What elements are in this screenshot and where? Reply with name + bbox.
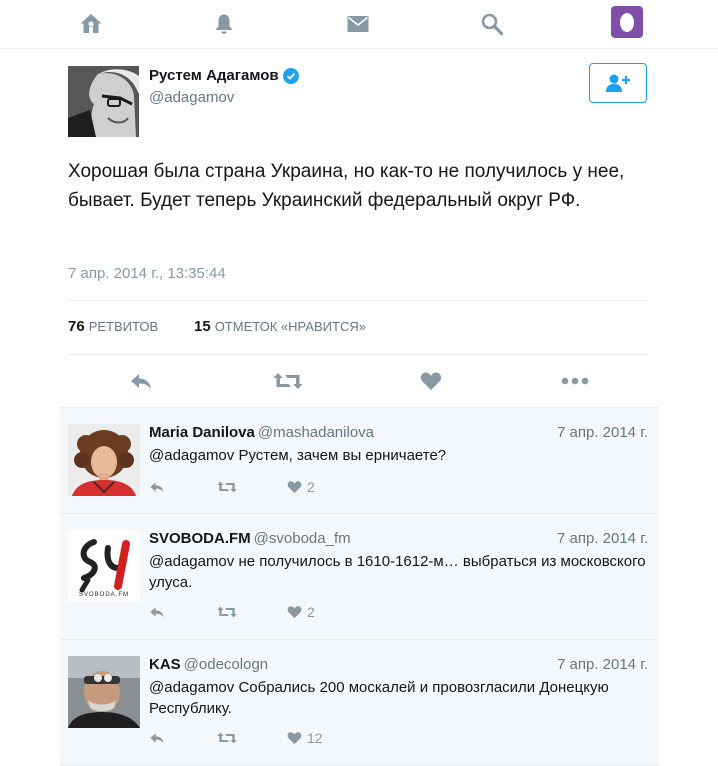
follow-button[interactable]: [589, 63, 647, 103]
reply-date[interactable]: 7 апр. 2014 г.: [557, 656, 648, 673]
tweet-timestamp[interactable]: 7 апр. 2014 г., 13:35:44: [68, 265, 226, 282]
like-heart-icon: [287, 606, 302, 619]
profile-avatar[interactable]: [611, 6, 643, 38]
top-navigation-bar: [0, 0, 718, 49]
reply-icon[interactable]: [149, 728, 165, 748]
reply-author-handle[interactable]: @svoboda_fm: [254, 530, 351, 547]
reply-avatar[interactable]: [68, 656, 140, 728]
tweet-text: Хорошая была страна Украина, но как-то н…: [68, 161, 625, 211]
tweet-stats: 76 РЕТВИТОВ 15 ОТМЕТОК «НРАВИТСЯ»: [68, 300, 648, 355]
reply-text: @adagamov не получилось в 1610-1612-м… в…: [149, 553, 646, 591]
reply-icon[interactable]: [149, 602, 165, 622]
search-icon[interactable]: [478, 10, 506, 38]
retweet-icon[interactable]: [217, 477, 237, 497]
reply-header: Maria Danilova @mashadanilova: [149, 424, 374, 441]
reply-item[interactable]: Maria Danilova @mashadanilova 7 апр. 2014…: [60, 408, 658, 514]
svoboda-logo-text: SVOBODA.FM: [78, 592, 129, 598]
retweet-icon[interactable]: [272, 369, 304, 393]
like-count: 2: [307, 479, 315, 495]
like-button[interactable]: 12: [287, 728, 323, 748]
reply-date[interactable]: 7 апр. 2014 г.: [557, 424, 648, 441]
reply-actions: 2: [149, 602, 399, 622]
reply-author-name[interactable]: Maria Danilova: [149, 424, 255, 441]
reply-author-name[interactable]: KAS: [149, 656, 181, 673]
author-name[interactable]: Рустем Адагамов: [149, 67, 299, 84]
reply-avatar[interactable]: [68, 424, 140, 496]
reply-author-handle[interactable]: @mashadanilova: [258, 424, 374, 441]
egg-avatar-icon: [620, 12, 634, 32]
reply-item[interactable]: SVOBODA.FM SVOBODA.FM @svoboda_fm 7 апр. …: [60, 514, 658, 640]
reply-actions: 2: [149, 477, 399, 497]
retweet-icon[interactable]: [217, 728, 237, 748]
reply-author-handle[interactable]: @odecologn: [184, 656, 268, 673]
author-name-text[interactable]: Рустем Адагамов: [149, 67, 279, 84]
notifications-bell-icon[interactable]: [210, 10, 238, 38]
like-heart-icon: [287, 732, 302, 745]
like-button[interactable]: 2: [287, 477, 315, 497]
reply-header: SVOBODA.FM @svoboda_fm: [149, 530, 351, 547]
author-handle[interactable]: @adagamov: [149, 89, 234, 106]
reply-text: @adagamov Собрались 200 москалей и прово…: [149, 679, 609, 717]
retweets-label: РЕТВИТОВ: [88, 319, 159, 334]
verified-badge-icon: [282, 67, 299, 84]
replies-list: Maria Danilova @mashadanilova 7 апр. 2014…: [60, 407, 658, 766]
like-heart-icon: [287, 481, 302, 494]
add-user-icon: [606, 74, 630, 92]
reply-item[interactable]: KAS @odecologn 7 апр. 2014 г. @adagamov С…: [60, 640, 658, 766]
reply-icon[interactable]: [128, 369, 154, 393]
reply-text: @adagamov Рустем, зачем вы ерничаете?: [149, 447, 447, 464]
more-options-icon[interactable]: [560, 369, 590, 393]
like-count: 12: [307, 730, 323, 746]
author-avatar[interactable]: [68, 66, 139, 137]
likes-count: 15: [194, 318, 211, 335]
reply-actions: 12: [149, 728, 399, 748]
reply-date[interactable]: 7 апр. 2014 г.: [557, 530, 648, 547]
like-count: 2: [307, 604, 315, 620]
like-heart-icon[interactable]: [418, 369, 444, 393]
like-button[interactable]: 2: [287, 602, 315, 622]
reply-icon[interactable]: [149, 477, 165, 497]
retweet-icon[interactable]: [217, 602, 237, 622]
reply-header: KAS @odecologn: [149, 656, 268, 673]
likes-label: ОТМЕТОК «НРАВИТСЯ»: [214, 319, 366, 334]
retweets-count: 76: [68, 318, 85, 335]
messages-envelope-icon[interactable]: [344, 10, 372, 38]
tweet-actions: [60, 355, 658, 407]
home-icon[interactable]: [77, 10, 105, 38]
retweets-stat[interactable]: 76 РЕТВИТОВ: [68, 318, 158, 335]
likes-stat[interactable]: 15 ОТМЕТОК «НРАВИТСЯ»: [194, 318, 366, 335]
reply-avatar[interactable]: SVOBODA.FM: [68, 530, 140, 602]
reply-author-name[interactable]: SVOBODA.FM: [149, 530, 251, 547]
